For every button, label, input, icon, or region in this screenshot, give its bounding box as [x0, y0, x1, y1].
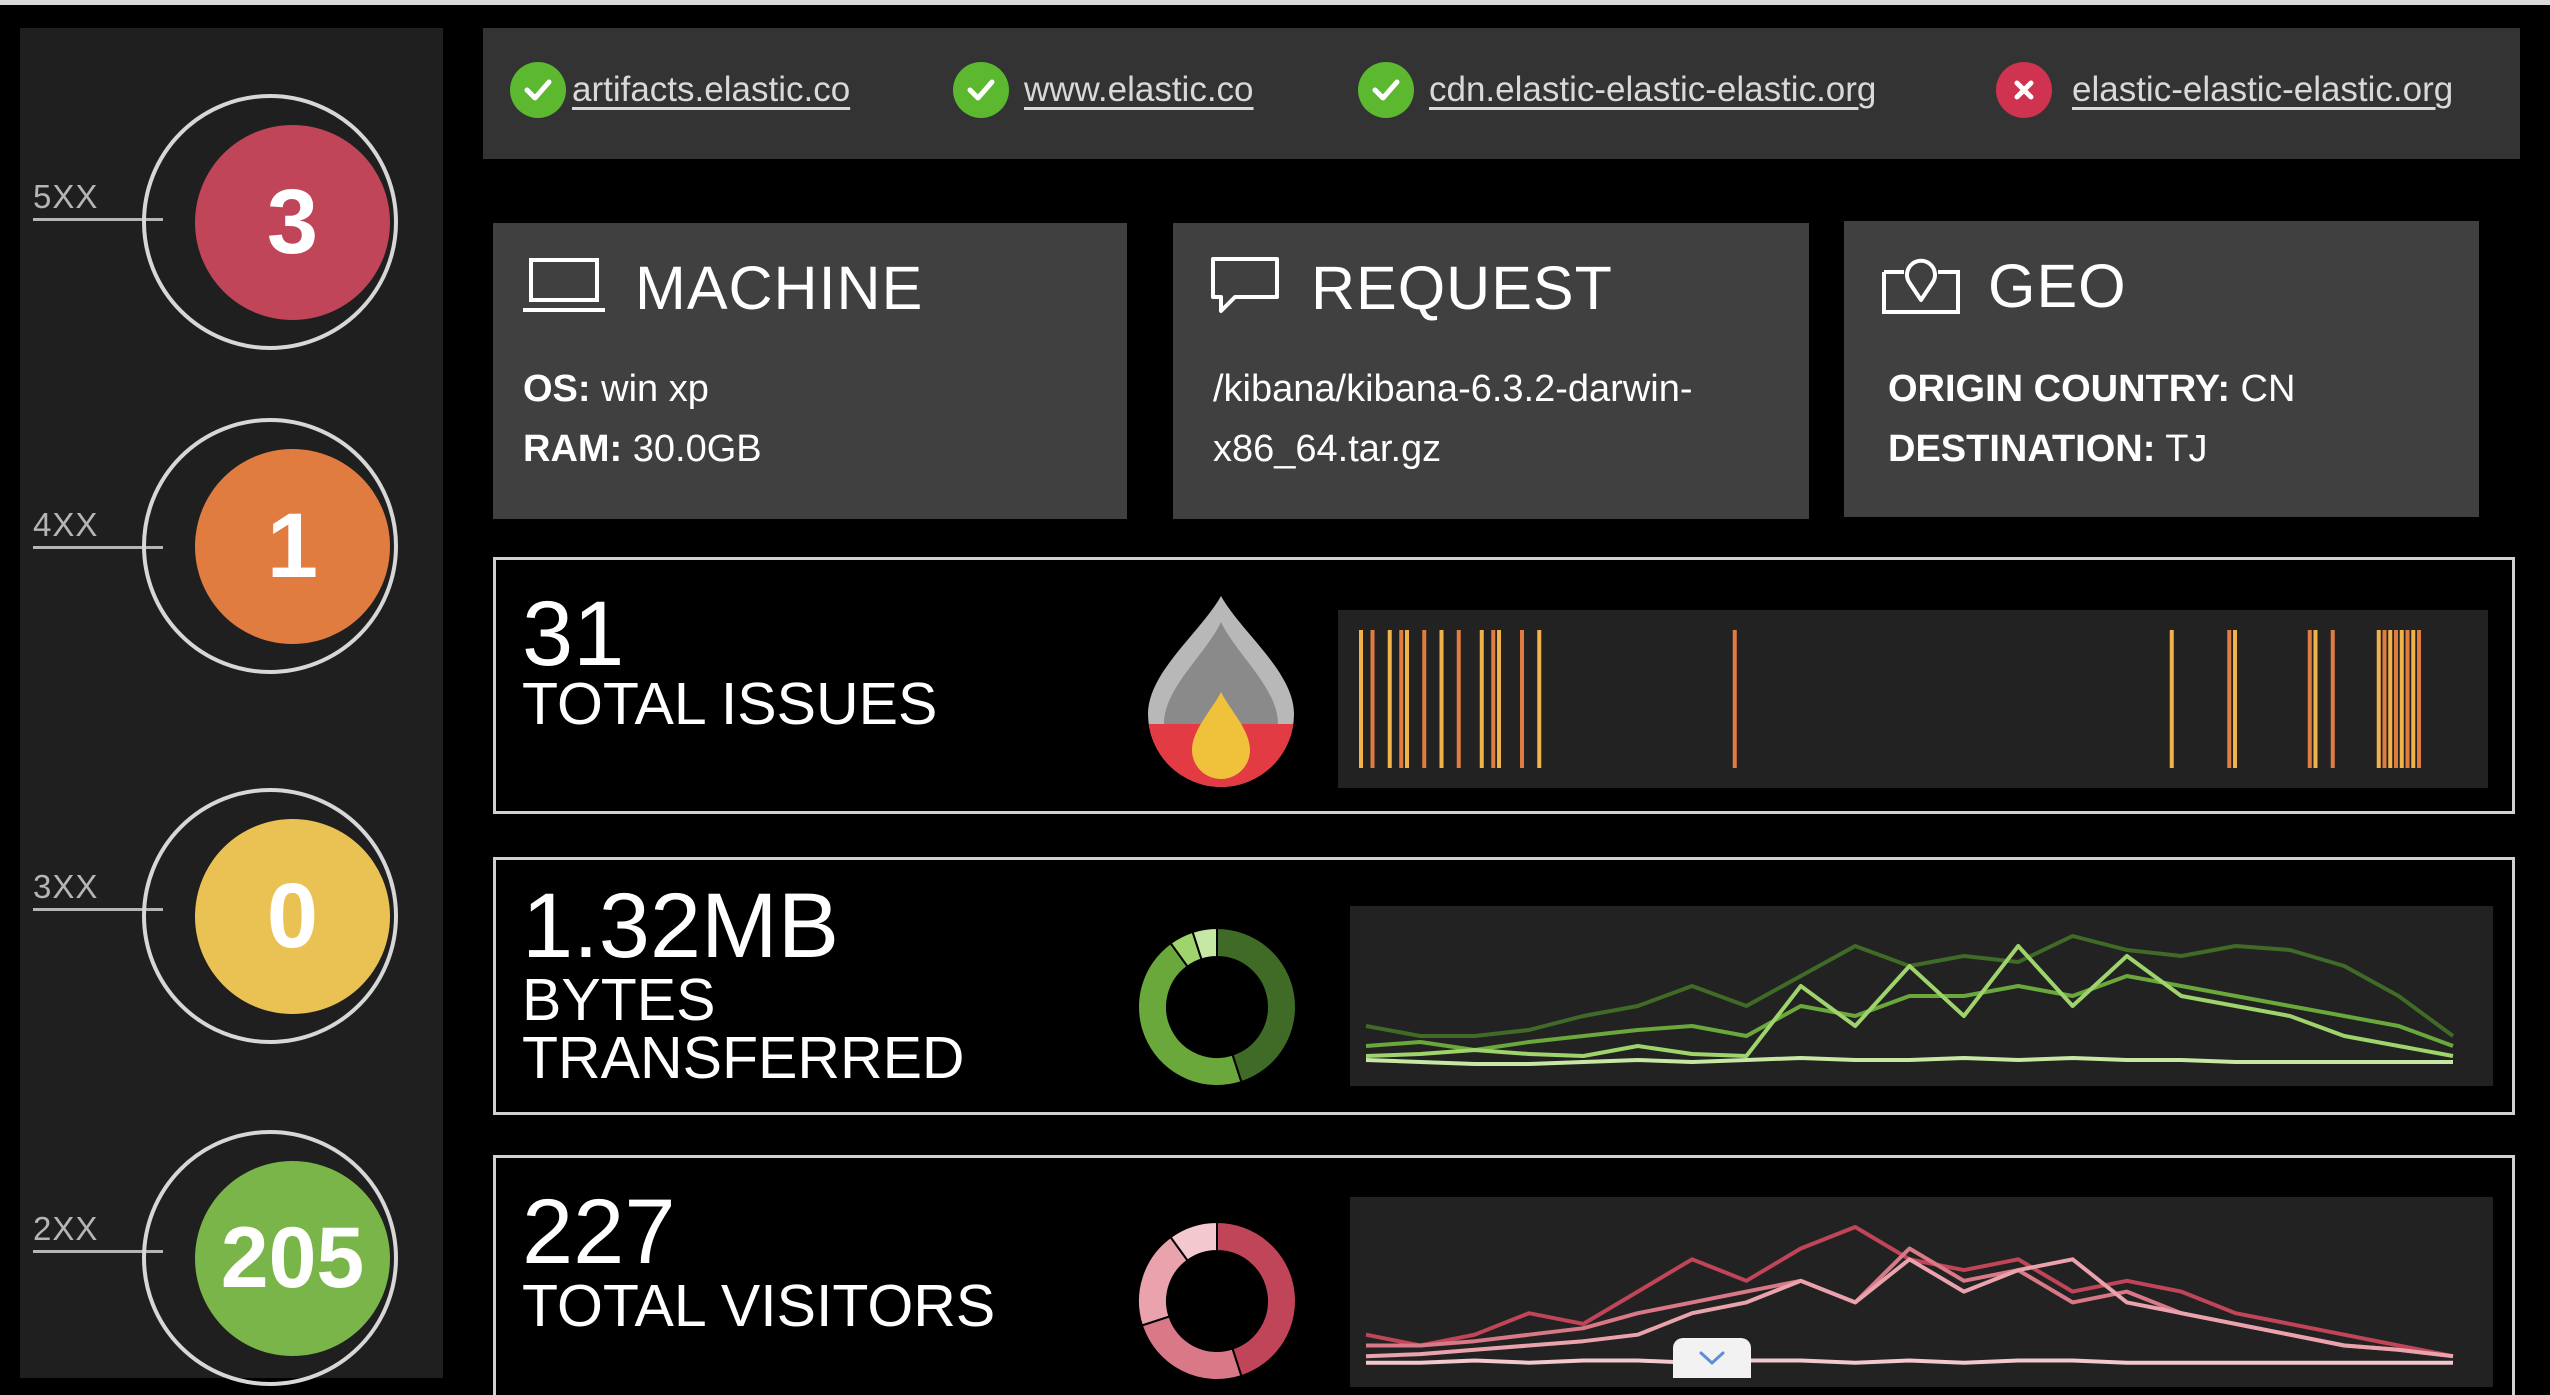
status-4xx: 4XX 1	[20, 388, 443, 674]
url-link[interactable]: elastic-elastic-elastic.org	[2072, 70, 2453, 110]
bytes-line-chart	[1365, 934, 2455, 1066]
laptop-icon	[521, 256, 607, 321]
url-item: elastic-elastic-elastic.org	[1996, 60, 2453, 120]
panel-header: GEO	[1882, 251, 2127, 321]
status-count-4xx[interactable]: 1	[195, 449, 390, 644]
series-line	[1365, 974, 2454, 1052]
destination-label: DESTINATION:	[1888, 428, 2156, 470]
bytes-line-chart-area	[1350, 906, 2493, 1086]
scroll-down-handle[interactable]	[1673, 1338, 1751, 1378]
geo-details: ORIGIN COUNTRY: CN DESTINATION: TJ	[1888, 359, 2295, 479]
status-label: 2XX	[33, 1210, 99, 1247]
flame-icon	[1148, 596, 1294, 787]
panel-title: MACHINE	[635, 254, 924, 322]
metric-value: 227	[522, 1181, 676, 1283]
panel-title: GEO	[1988, 252, 2127, 320]
panel-header: REQUEST	[1209, 253, 1613, 323]
ram-value: 30.0GB	[622, 428, 762, 470]
origin-row: ORIGIN COUNTRY: CN	[1888, 359, 2295, 419]
speech-bubble-icon	[1209, 255, 1281, 322]
error-x-icon	[1996, 62, 2052, 118]
status-2xx: 2XX 205	[20, 1108, 443, 1386]
metric-label: BYTES	[522, 967, 716, 1033]
map-pin-icon	[1882, 252, 1960, 321]
bytes-donut-chart	[1137, 926, 1297, 1087]
os-row: OS: win xp	[523, 359, 762, 419]
visitors-line-chart	[1365, 1225, 2454, 1365]
url-item: artifacts.elastic.co	[510, 60, 850, 120]
total-visitors-metric: 227 TOTAL VISITORS	[493, 1155, 2515, 1395]
metric-label: TRANSFERRED	[522, 1025, 965, 1091]
donut-slice	[1140, 1315, 1243, 1381]
url-link[interactable]: cdn.elastic-elastic-elastic.org	[1429, 70, 1876, 110]
request-path-line: /kibana/kibana-6.3.2-darwin-	[1213, 368, 1693, 410]
issues-tick-chart	[1359, 630, 2421, 768]
url-status-bar: artifacts.elastic.co www.elastic.co cdn.…	[483, 28, 2520, 159]
series-line	[1365, 1225, 2454, 1359]
os-label: OS:	[523, 368, 591, 410]
destination-row: DESTINATION: TJ	[1888, 419, 2295, 479]
url-item: www.elastic.co	[953, 60, 1254, 120]
status-3xx: 3XX 0	[20, 763, 443, 1044]
metric-value: 1.32MB	[522, 875, 840, 977]
bytes-transferred-metric: 1.32MB BYTES TRANSFERRED	[493, 857, 2515, 1115]
issues-timeline	[1338, 610, 2488, 788]
status-5xx: 5XX 3	[20, 58, 443, 350]
check-icon	[1358, 62, 1414, 118]
series-line	[1365, 1056, 2453, 1066]
panel-header: MACHINE	[521, 253, 923, 323]
os-value: win xp	[590, 368, 709, 410]
status-count-5xx[interactable]: 3	[195, 125, 390, 320]
series-line	[1365, 934, 2455, 1038]
series-line	[1365, 944, 2454, 1058]
visitors-donut-chart	[1137, 1220, 1297, 1381]
status-label: 3XX	[33, 868, 99, 905]
series-line	[1366, 1246, 2454, 1359]
request-details: /kibana/kibana-6.3.2-darwin- x86_64.tar.…	[1213, 359, 1693, 479]
series-line	[1366, 1358, 2453, 1365]
series-line	[1365, 1257, 2454, 1359]
metric-label: TOTAL ISSUES	[522, 671, 938, 737]
check-icon	[953, 62, 1009, 118]
ram-row: RAM: 30.0GB	[523, 419, 762, 479]
machine-details: OS: win xp RAM: 30.0GB	[523, 359, 762, 479]
machine-panel: MACHINE OS: win xp RAM: 30.0GB	[493, 223, 1127, 519]
top-border	[0, 0, 2550, 5]
metric-label: TOTAL VISITORS	[522, 1273, 996, 1339]
origin-label: ORIGIN COUNTRY:	[1888, 368, 2230, 410]
metric-value: 31	[522, 583, 625, 685]
status-label: 4XX	[33, 506, 99, 543]
visitors-line-chart-area	[1350, 1197, 2493, 1387]
request-path-line: x86_64.tar.gz	[1213, 428, 1442, 470]
panel-title: REQUEST	[1311, 254, 1613, 322]
chevron-down-icon	[1699, 1351, 1725, 1366]
status-label: 5XX	[33, 178, 99, 215]
status-count-3xx[interactable]: 0	[195, 819, 390, 1014]
geo-panel: GEO ORIGIN COUNTRY: CN DESTINATION: TJ	[1844, 221, 2479, 517]
destination-value: TJ	[2155, 428, 2208, 470]
url-link[interactable]: www.elastic.co	[1024, 70, 1254, 110]
origin-value: CN	[2229, 368, 2296, 410]
total-issues-metric: 31 TOTAL ISSUES	[493, 557, 2515, 814]
check-icon	[510, 62, 566, 118]
url-link[interactable]: artifacts.elastic.co	[572, 70, 850, 110]
request-panel: REQUEST /kibana/kibana-6.3.2-darwin- x86…	[1173, 223, 1809, 519]
ram-label: RAM:	[523, 428, 623, 470]
status-count-2xx[interactable]: 205	[195, 1161, 390, 1356]
status-code-column: 5XX 3 4XX 1 3XX 0 2XX 205	[20, 28, 443, 1386]
url-item: cdn.elastic-elastic-elastic.org	[1358, 60, 1876, 120]
